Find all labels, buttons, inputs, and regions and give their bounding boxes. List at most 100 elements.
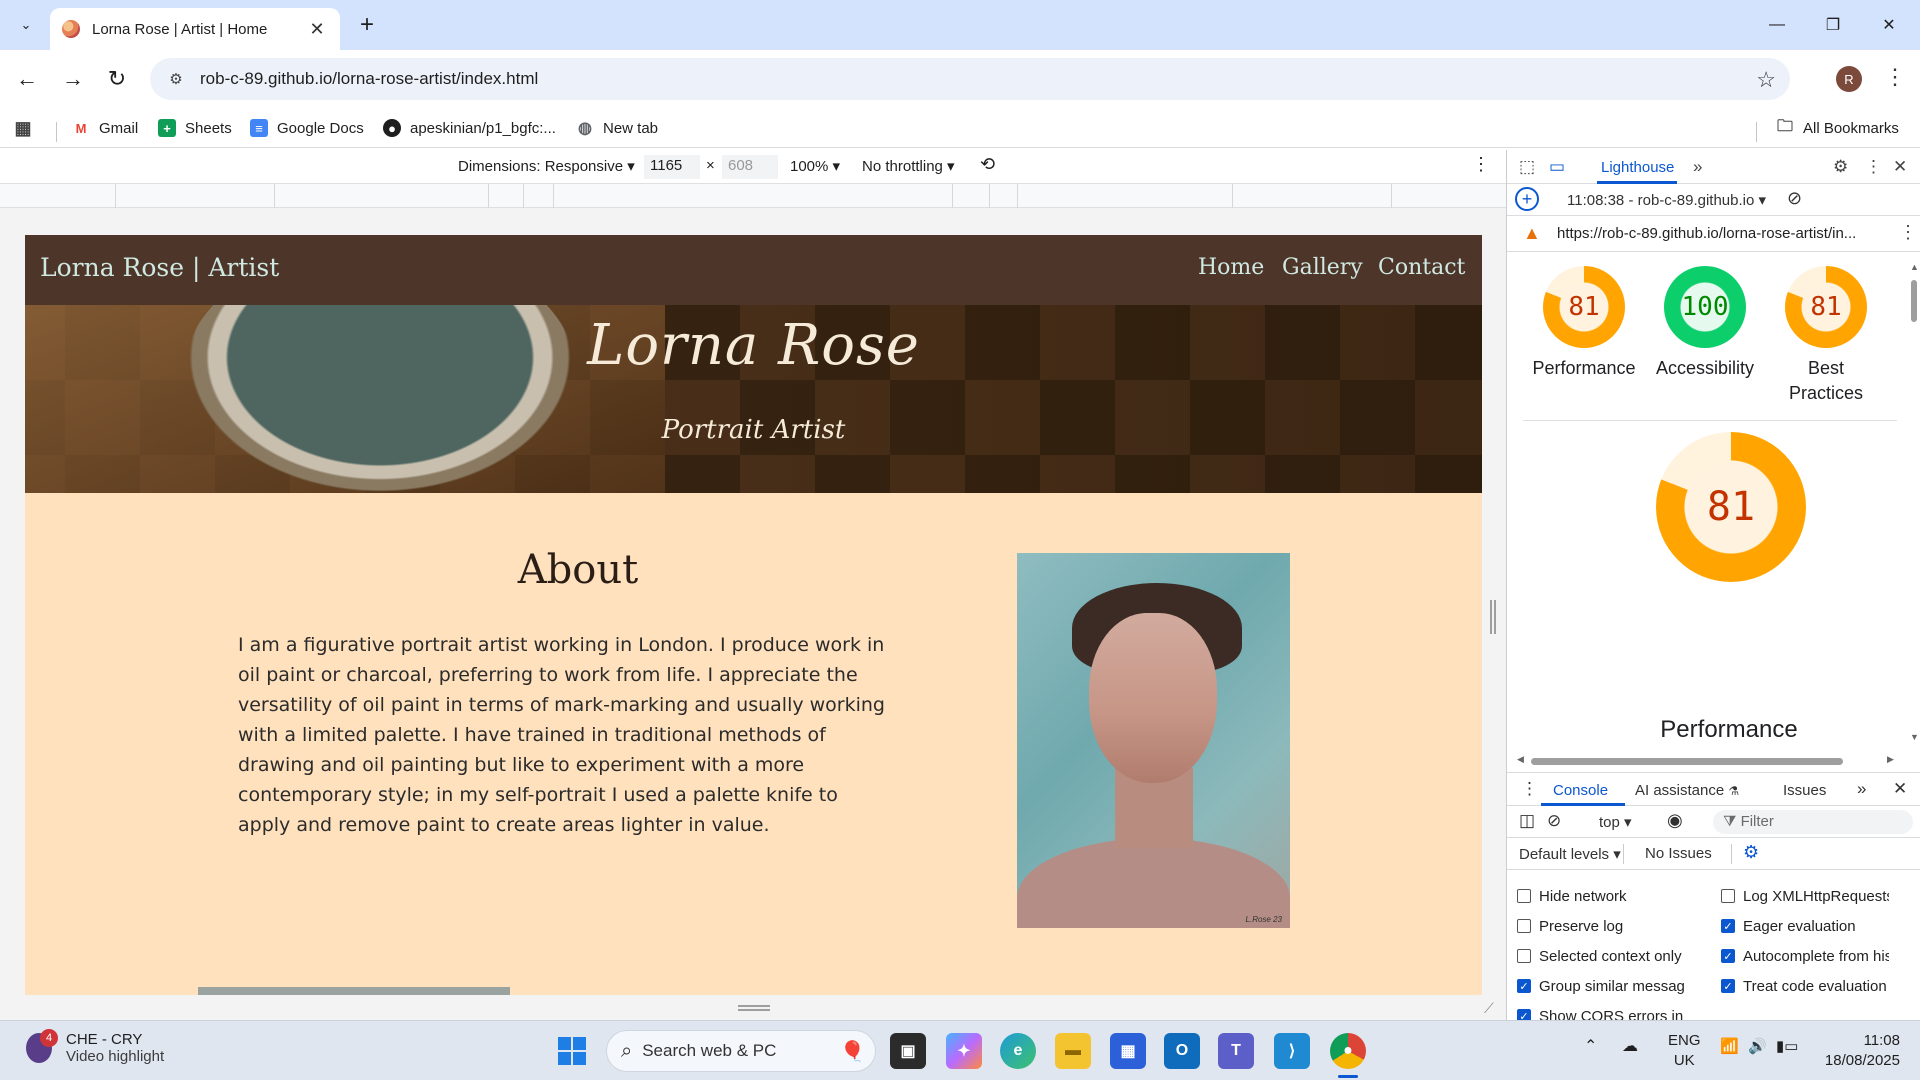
copilot-icon[interactable]: ✦	[946, 1033, 982, 1069]
viewport-corner-resize-icon[interactable]: ⟋	[1484, 1000, 1494, 1017]
console-option[interactable]: Preserve log	[1517, 916, 1685, 936]
log-levels-dropdown[interactable]: Default levels ▾	[1519, 845, 1621, 863]
checkbox-icon[interactable]: ✓	[1721, 919, 1735, 933]
device-toolbar-more-icon[interactable]: ⋮	[1472, 154, 1490, 175]
checkbox-icon[interactable]	[1721, 889, 1735, 903]
viewport-height-input[interactable]: 608	[722, 155, 778, 179]
console-option[interactable]: ✓ Group similar messages i...	[1517, 976, 1685, 996]
report-vertical-scrollbar[interactable]: ▲ ▼	[1905, 262, 1919, 742]
tab-search-chevron-icon[interactable]: ⌄	[10, 10, 42, 40]
tab-lighthouse[interactable]: Lighthouse	[1601, 159, 1674, 176]
url-text[interactable]: rob-c-89.github.io/lorna-rose-artist/ind…	[200, 69, 538, 89]
sidebar-toggle-icon[interactable]: ◫	[1519, 811, 1535, 831]
tab-console[interactable]: Console	[1553, 782, 1608, 799]
viewport-width-input[interactable]: 1165	[644, 155, 700, 179]
chrome-menu-icon[interactable]: ⋮	[1884, 64, 1906, 90]
checkbox-icon[interactable]: ✓	[1721, 949, 1735, 963]
viewport-width-resize-handle[interactable]	[1490, 600, 1496, 634]
back-arrow-icon[interactable]: ←	[12, 64, 42, 94]
report-url[interactable]: https://rob-c-89.github.io/lorna-rose-ar…	[1557, 225, 1856, 242]
chrome-taskbar-icon[interactable]: ●	[1330, 1033, 1366, 1069]
bookmark-gmail[interactable]: M Gmail	[72, 114, 139, 142]
tray-overflow-chevron-icon[interactable]: ⌃	[1584, 1037, 1597, 1057]
outlook-icon[interactable]: O	[1164, 1033, 1200, 1069]
console-option[interactable]: Selected context only	[1517, 946, 1685, 966]
console-option[interactable]: ✓ Autocomplete from hist...	[1721, 946, 1889, 966]
taskbar-search-box[interactable]: ⌕ Search web & PC 🎈	[606, 1030, 876, 1072]
microsoft-store-icon[interactable]: ▦	[1110, 1033, 1146, 1069]
drawer-more-tabs-icon[interactable]: »	[1857, 779, 1866, 799]
context-selector[interactable]: top ▾	[1599, 813, 1632, 831]
nav-link-contact[interactable]: Contact	[1378, 255, 1465, 280]
clear-reports-icon[interactable]: ⊘	[1787, 188, 1802, 209]
devtools-menu-icon[interactable]: ⋮	[1865, 157, 1882, 177]
throttling-dropdown[interactable]: No throttling ▾	[862, 157, 955, 175]
tab-close-icon[interactable]: ✕	[306, 19, 328, 40]
nav-link-home[interactable]: Home	[1198, 255, 1264, 280]
inspect-element-icon[interactable]: ⬚	[1519, 157, 1535, 177]
console-option[interactable]: Log XMLHttpRequests	[1721, 886, 1889, 906]
close-window-icon[interactable]: ✕	[1866, 8, 1912, 42]
restore-icon[interactable]: ❐	[1810, 8, 1856, 42]
devtools-settings-icon[interactable]: ⚙	[1833, 157, 1848, 177]
drawer-close-icon[interactable]: ✕	[1893, 779, 1907, 799]
checkbox-icon[interactable]	[1517, 889, 1531, 903]
score-gauge-accessibility[interactable]: 100	[1664, 266, 1746, 348]
checkbox-icon[interactable]: ✓	[1517, 979, 1531, 993]
checkbox-icon[interactable]	[1517, 949, 1531, 963]
onedrive-cloud-icon[interactable]: ☁	[1622, 1037, 1638, 1057]
file-explorer-icon[interactable]: ▬	[1055, 1033, 1091, 1069]
score-gauge-best-practices[interactable]: 81	[1785, 266, 1867, 348]
all-bookmarks[interactable]: 🗀 All Bookmarks	[1776, 114, 1899, 142]
volume-icon[interactable]: 🔊	[1748, 1037, 1767, 1057]
console-option[interactable]: Hide network	[1517, 886, 1685, 906]
profile-avatar[interactable]: R	[1836, 66, 1862, 92]
browser-tab-active[interactable]: Lorna Rose | Artist | Home ✕	[50, 8, 340, 50]
minimize-icon[interactable]: —	[1754, 8, 1800, 42]
bookmark-star-icon[interactable]: ☆	[1756, 67, 1776, 93]
edge-icon[interactable]: e	[1000, 1033, 1036, 1069]
teams-icon[interactable]: T	[1218, 1033, 1254, 1069]
console-option[interactable]: ✓ Eager evaluation	[1721, 916, 1889, 936]
console-filter-input[interactable]: ⧩ Filter	[1713, 810, 1913, 834]
widgets-button[interactable]: 4 CHE - CRY Video highlight	[26, 1029, 164, 1065]
console-settings-gear-icon[interactable]: ⚙	[1743, 842, 1759, 863]
site-info-icon[interactable]: ⚙	[164, 67, 188, 91]
new-tab-plus-icon[interactable]: +	[352, 10, 382, 40]
clock[interactable]: 11:08 18/08/2025	[1818, 1031, 1900, 1071]
nav-link-gallery[interactable]: Gallery	[1282, 255, 1363, 280]
language-indicator[interactable]: ENG UK	[1668, 1031, 1701, 1071]
issues-counter[interactable]: No Issues	[1645, 845, 1712, 862]
checkbox-icon[interactable]	[1517, 919, 1531, 933]
score-gauge-performance[interactable]: 81	[1543, 266, 1625, 348]
device-toggle-icon[interactable]: ▭	[1549, 157, 1565, 177]
tab-ai-assistance[interactable]: AI assistance ⚗	[1635, 782, 1739, 799]
drawer-menu-icon[interactable]: ⋮	[1521, 779, 1538, 799]
battery-icon[interactable]: ▮▭	[1776, 1037, 1798, 1057]
vscode-icon[interactable]: ⟩	[1274, 1033, 1310, 1069]
report-selector[interactable]: 11:08:38 - rob-c-89.github.io ▾	[1567, 191, 1766, 209]
report-horizontal-scrollbar[interactable]: ◀ ▶	[1517, 754, 1907, 766]
windows-start-icon[interactable]	[558, 1037, 586, 1065]
task-view-icon[interactable]: ▣	[890, 1033, 926, 1069]
more-tabs-icon[interactable]: »	[1693, 157, 1702, 177]
bookmark-google-docs[interactable]: ≡ Google Docs	[250, 114, 364, 142]
tab-issues[interactable]: Issues	[1783, 782, 1826, 799]
devtools-close-icon[interactable]: ✕	[1893, 157, 1907, 177]
checkbox-icon[interactable]: ✓	[1721, 979, 1735, 993]
site-brand[interactable]: Lorna Rose | Artist	[40, 253, 279, 282]
rotate-icon[interactable]: ⟲	[980, 154, 995, 175]
zoom-dropdown[interactable]: 100% ▾	[790, 157, 840, 175]
dimensions-dropdown[interactable]: Dimensions: Responsive ▾	[458, 157, 635, 175]
console-option[interactable]: ✓ Treat code evaluation as ...	[1721, 976, 1889, 996]
reload-icon[interactable]: ↻	[102, 64, 132, 94]
viewport-height-resize-handle[interactable]	[738, 1005, 770, 1011]
live-expression-eye-icon[interactable]: ◉	[1667, 810, 1683, 831]
apps-grid-icon[interactable]: ▦	[14, 114, 41, 142]
media-query-bar[interactable]	[0, 184, 1506, 208]
report-menu-icon[interactable]: ⋮	[1899, 222, 1917, 243]
clear-console-icon[interactable]: ⊘	[1547, 811, 1561, 831]
address-bar[interactable]: ⚙ rob-c-89.github.io/lorna-rose-artist/i…	[150, 58, 1790, 100]
wifi-icon[interactable]: 📶	[1720, 1037, 1739, 1057]
new-report-plus-icon[interactable]: +	[1515, 187, 1539, 211]
